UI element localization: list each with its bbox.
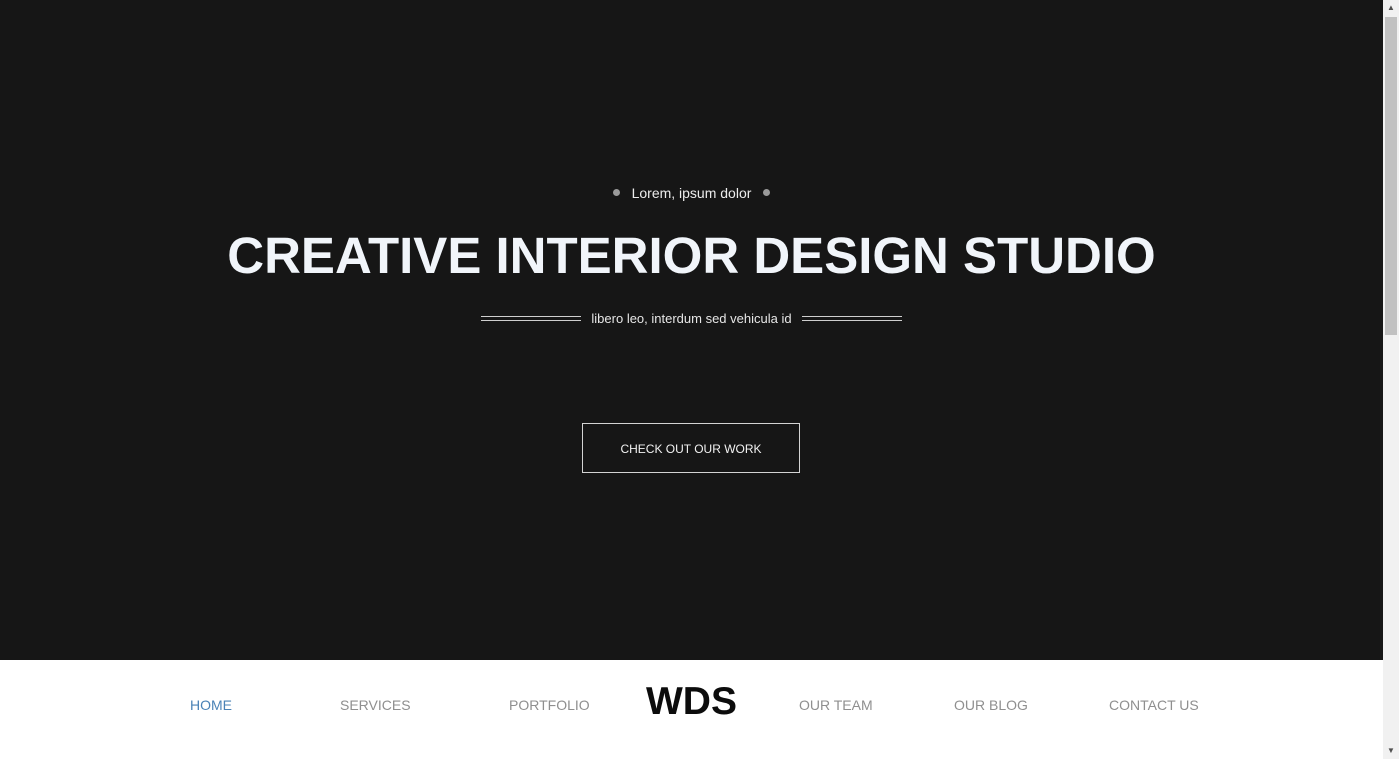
hero-eyebrow-text: Lorem, ipsum dolor — [631, 185, 752, 201]
nav-item-contact-us[interactable]: CONTACT US — [1109, 696, 1199, 714]
hero-eyebrow: Lorem, ipsum dolor — [0, 183, 1383, 203]
bullet-dot-icon — [763, 188, 771, 196]
nav-item-our-team[interactable]: OUR TEAM — [799, 696, 873, 714]
scrollbar-thumb[interactable] — [1385, 17, 1397, 335]
main-navigation: HOME SERVICES PORTFOLIO WDS OUR TEAM OUR… — [0, 660, 1383, 759]
double-rule-right — [801, 316, 902, 322]
bullet-dot-icon — [612, 188, 620, 196]
hero-section: Lorem, ipsum dolor CREATIVE INTERIOR DES… — [0, 0, 1383, 660]
hero-tagline: libero leo, interdum sed vehicula id — [0, 309, 1383, 329]
page-scrollbar[interactable]: ▲ ▼ — [1383, 0, 1399, 759]
nav-item-home[interactable]: HOME — [190, 696, 232, 714]
nav-item-portfolio[interactable]: PORTFOLIO — [509, 696, 590, 714]
chevron-down-icon[interactable]: ▼ — [1383, 743, 1399, 759]
page: Lorem, ipsum dolor CREATIVE INTERIOR DES… — [0, 0, 1399, 759]
nav-item-our-blog[interactable]: OUR BLOG — [954, 696, 1028, 714]
hero-tagline-text: libero leo, interdum sed vehicula id — [591, 311, 792, 326]
chevron-up-icon[interactable]: ▲ — [1383, 0, 1399, 16]
nav-item-services[interactable]: SERVICES — [340, 696, 411, 714]
double-rule-left — [481, 316, 582, 322]
hero-headline: CREATIVE INTERIOR DESIGN STUDIO — [227, 227, 1156, 284]
check-out-work-button[interactable]: CHECK OUT OUR WORK — [582, 423, 800, 473]
site-logo[interactable]: WDS — [646, 678, 737, 726]
